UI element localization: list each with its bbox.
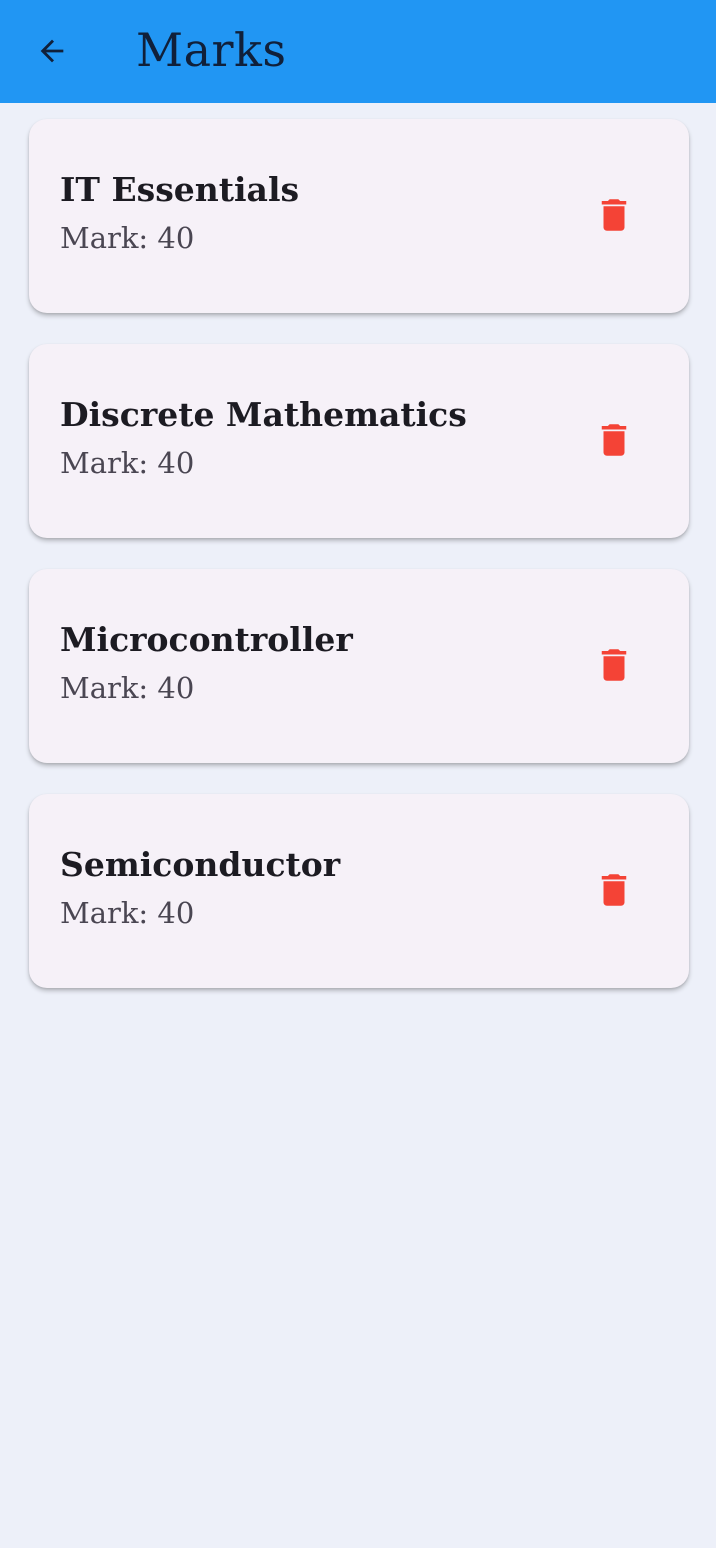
mark-value: Mark: 40 (60, 671, 195, 705)
trash-icon (601, 874, 627, 906)
mark-value: Mark: 40 (60, 446, 195, 480)
subject-name: Discrete Mathematics (60, 395, 467, 434)
subject-name: IT Essentials (60, 170, 300, 209)
delete-button[interactable] (590, 641, 638, 689)
trash-icon (601, 199, 627, 231)
mark-card[interactable]: Microcontroller Mark: 40 (29, 569, 689, 763)
delete-button[interactable] (590, 866, 638, 914)
mark-value: Mark: 40 (60, 896, 195, 930)
mark-card[interactable]: IT Essentials Mark: 40 (29, 119, 689, 313)
mark-card[interactable]: Discrete Mathematics Mark: 40 (29, 344, 689, 538)
trash-icon (601, 649, 627, 681)
subject-name: Microcontroller (60, 620, 353, 659)
arrow-back-icon (40, 39, 64, 63)
trash-icon (601, 424, 627, 456)
mark-card[interactable]: Semiconductor Mark: 40 (29, 794, 689, 988)
marks-list: IT Essentials Mark: 40 Discrete Mathemat… (29, 119, 689, 1019)
delete-button[interactable] (590, 416, 638, 464)
page-title: Marks (136, 23, 287, 77)
mark-value: Mark: 40 (60, 221, 195, 255)
subject-name: Semiconductor (60, 845, 341, 884)
delete-button[interactable] (590, 191, 638, 239)
app-bar: Marks (0, 0, 716, 103)
back-button[interactable] (28, 27, 76, 75)
